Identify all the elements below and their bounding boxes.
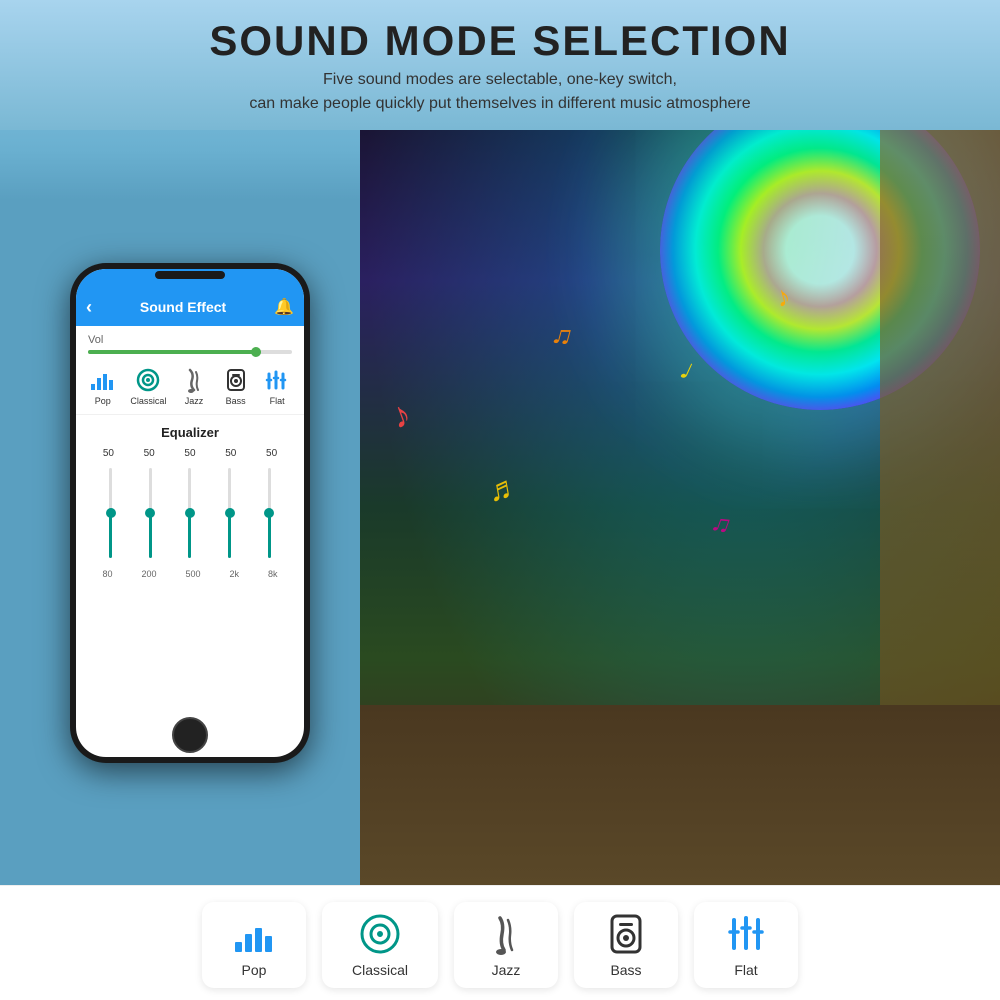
bottom-icon-flat[interactable]: Flat (694, 902, 798, 988)
bass-label: Bass (610, 962, 641, 978)
jazz-bottom-icon (484, 912, 528, 956)
eq-values-row: 50 50 50 50 50 (88, 448, 292, 459)
volume-thumb[interactable] (251, 347, 261, 357)
bass-icon (222, 366, 250, 394)
flat-icon (263, 366, 291, 394)
page-title: SOUND MODE SELECTION (20, 18, 980, 64)
classical-label: Classical (352, 962, 408, 978)
eq-bars (88, 463, 292, 563)
bell-icon[interactable]: 🔔 (274, 297, 294, 317)
sound-mode-flat[interactable]: Flat (263, 366, 291, 406)
pop-icon (89, 366, 117, 394)
pop-label: Pop (242, 962, 267, 978)
volume-section: Vol (76, 326, 304, 358)
main-content: ‹ Sound Effect 🔔 Vol (0, 130, 1000, 885)
classical-bottom-icon (358, 912, 402, 956)
jazz-icon (180, 366, 208, 394)
flat-bottom-icon (724, 912, 768, 956)
eq-bar-80[interactable] (96, 463, 126, 563)
jazz-label: Jazz (492, 962, 521, 978)
bottom-icon-bass[interactable]: Bass (574, 902, 678, 988)
bottom-icons-row: Pop Classical Jazz (0, 885, 1000, 1000)
header-section: SOUND MODE SELECTION Five sound modes ar… (0, 0, 1000, 130)
flat-label: Flat (734, 962, 757, 978)
phone-notch (155, 271, 225, 279)
equalizer-section: Equalizer 50 50 50 50 50 (76, 415, 304, 757)
phone-screen: ‹ Sound Effect 🔔 Vol (76, 269, 304, 757)
volume-label: Vol (88, 334, 292, 346)
volume-fill (88, 350, 261, 354)
eq-frequencies: 80 200 500 2k 8k (88, 569, 292, 579)
pop-bottom-icon (232, 912, 276, 956)
sound-mode-bass[interactable]: Bass (222, 366, 250, 406)
bass-bottom-icon (604, 912, 648, 956)
bottom-icon-classical[interactable]: Classical (322, 902, 438, 988)
app-title: Sound Effect (92, 299, 274, 315)
classical-icon (134, 366, 162, 394)
equalizer-title: Equalizer (88, 425, 292, 440)
eq-bar-200[interactable] (136, 463, 166, 563)
header-subtitle: Five sound modes are selectable, one-key… (20, 68, 980, 116)
bottom-icon-jazz[interactable]: Jazz (454, 902, 558, 988)
eq-bar-500[interactable] (175, 463, 205, 563)
eq-bar-8k[interactable] (254, 463, 284, 563)
sound-mode-classical[interactable]: Classical (130, 366, 166, 406)
bottom-icon-pop[interactable]: Pop (202, 902, 306, 988)
room-background: ♪ ♫ ♬ ♩ ♪ ♫ (360, 130, 1000, 885)
sound-modes-row: Pop Classical (76, 358, 304, 415)
sound-mode-pop[interactable]: Pop (89, 366, 117, 406)
phone-container: ‹ Sound Effect 🔔 Vol (0, 130, 360, 885)
eq-bar-2k[interactable] (215, 463, 245, 563)
phone-home-button[interactable] (172, 717, 208, 753)
room-wall-right (880, 130, 1000, 705)
page-wrapper: SOUND MODE SELECTION Five sound modes ar… (0, 0, 1000, 1000)
room-floor (360, 705, 1000, 885)
phone: ‹ Sound Effect 🔔 Vol (70, 263, 310, 763)
sound-mode-jazz[interactable]: Jazz (180, 366, 208, 406)
volume-slider[interactable] (88, 350, 292, 354)
music-note-3: ♬ (485, 467, 523, 509)
